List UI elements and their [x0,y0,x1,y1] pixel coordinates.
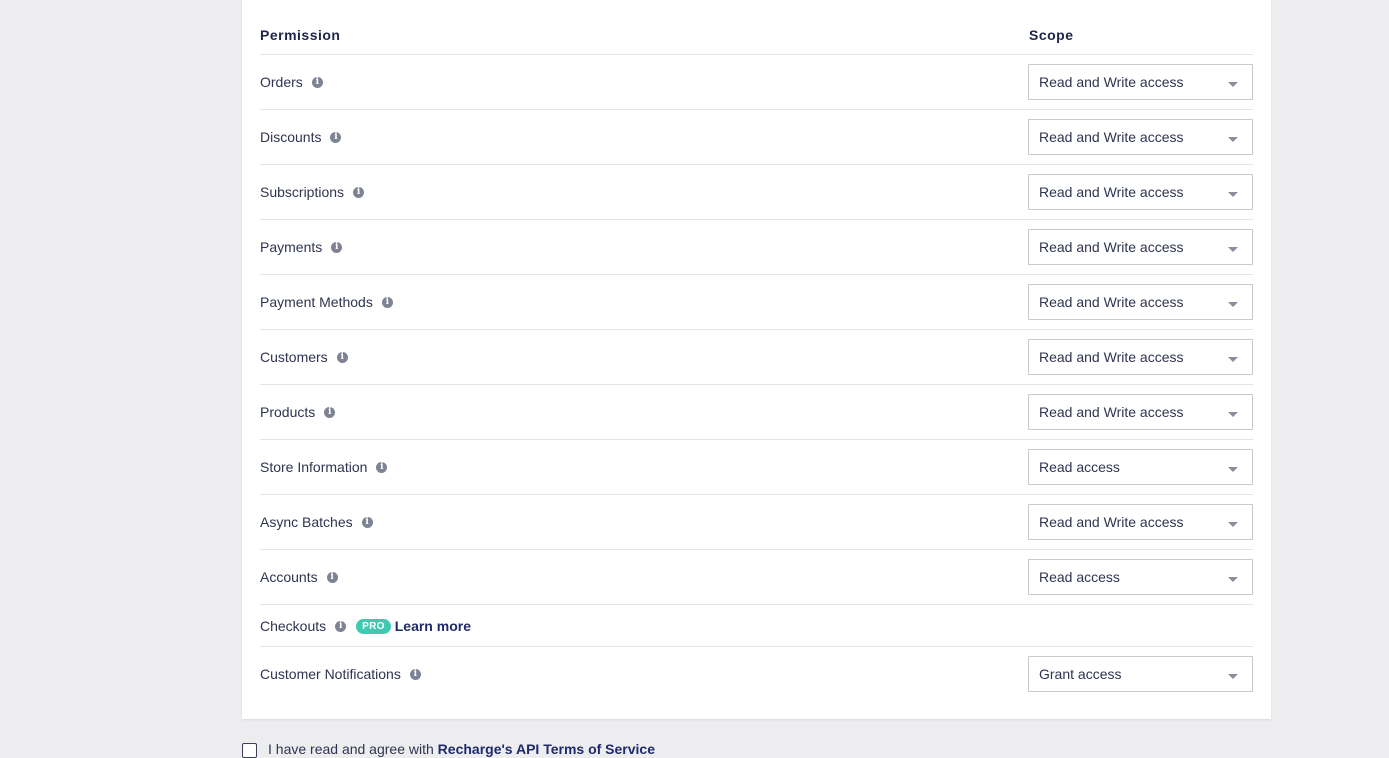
permission-row-checkouts: Checkouts i PRO Learn more [260,605,1253,647]
terms-text: I have read and agree with [268,741,438,757]
permission-row-customer-notifications: Customer Notifications i Grant access [260,647,1253,702]
chevron-down-icon [1228,674,1238,679]
scope-select-value: Read access [1039,459,1120,475]
permission-label: Accounts [260,569,318,585]
scope-select[interactable]: Grant access [1028,656,1253,692]
chevron-down-icon [1228,192,1238,197]
permission-row-payments: Payments i Read and Write access [260,220,1253,275]
info-icon[interactable]: i [330,131,342,143]
info-icon[interactable]: i [326,571,338,583]
scope-select[interactable]: Read and Write access [1028,64,1253,100]
scope-select-value: Read and Write access [1039,514,1184,530]
chevron-down-icon [1228,357,1238,362]
chevron-down-icon [1228,137,1238,142]
scope-select[interactable]: Read and Write access [1028,119,1253,155]
info-icon[interactable]: i [376,461,388,473]
chevron-down-icon [1228,522,1238,527]
scope-select[interactable]: Read access [1028,559,1253,595]
permission-label: Customers [260,349,328,365]
chevron-down-icon [1228,412,1238,417]
info-icon[interactable]: i [331,241,343,253]
scope-select-value: Read and Write access [1039,74,1184,90]
table-header: Permission Scope [260,0,1253,55]
permission-row-orders: Orders i Read and Write access [260,55,1253,110]
scope-select[interactable]: Read and Write access [1028,174,1253,210]
chevron-down-icon [1228,467,1238,472]
scope-select[interactable]: Read and Write access [1028,504,1253,540]
scope-select[interactable]: Read and Write access [1028,394,1253,430]
info-icon[interactable]: i [409,668,421,680]
info-icon[interactable]: i [324,406,336,418]
chevron-down-icon [1228,577,1238,582]
terms-agreement: I have read and agree with Recharge's AP… [242,740,655,758]
permission-label: Orders [260,74,303,90]
scope-select[interactable]: Read access [1028,449,1253,485]
scope-select-value: Read and Write access [1039,404,1184,420]
permission-label: Customer Notifications [260,666,401,682]
chevron-down-icon [1228,247,1238,252]
info-icon[interactable]: i [381,296,393,308]
permission-row-accounts: Accounts i Read access [260,550,1253,605]
info-icon[interactable]: i [311,76,323,88]
info-icon[interactable]: i [361,516,373,528]
permission-label: Async Batches [260,514,353,530]
chevron-down-icon [1228,302,1238,307]
scope-select[interactable]: Read and Write access [1028,229,1253,265]
scope-select-value: Read and Write access [1039,184,1184,200]
scope-column-header: Scope [1029,27,1074,43]
learn-more-link[interactable]: Learn more [395,618,471,634]
info-icon[interactable]: i [353,186,365,198]
info-icon[interactable]: i [335,620,347,632]
permission-label: Payments [260,239,323,255]
permission-row-async-batches: Async Batches i Read and Write access [260,495,1253,550]
permission-column-header: Permission [260,27,341,43]
chevron-down-icon [1228,82,1238,87]
permission-row-products: Products i Read and Write access [260,385,1253,440]
permission-label: Payment Methods [260,294,373,310]
permission-label: Subscriptions [260,184,345,200]
scope-select-value: Read and Write access [1039,239,1184,255]
permissions-card: Permission Scope Orders i Read and Write… [242,0,1271,719]
scope-select-value: Read and Write access [1039,294,1184,310]
scope-select-value: Read and Write access [1039,129,1184,145]
terms-of-service-link[interactable]: Recharge's API Terms of Service [438,741,655,757]
permission-row-payment-methods: Payment Methods i Read and Write access [260,275,1253,330]
permission-row-store-information: Store Information i Read access [260,440,1253,495]
scope-select[interactable]: Read and Write access [1028,339,1253,375]
permission-row-subscriptions: Subscriptions i Read and Write access [260,165,1253,220]
pro-badge: PRO [356,618,391,634]
permission-label: Store Information [260,459,368,475]
scope-select-value: Grant access [1039,666,1122,682]
info-icon[interactable]: i [336,351,348,363]
permission-row-customers: Customers i Read and Write access [260,330,1253,385]
permission-label: Products [260,404,316,420]
permission-label: Discounts [260,129,322,145]
scope-select[interactable]: Read and Write access [1028,284,1253,320]
permission-label: Checkouts [260,618,327,634]
permission-row-discounts: Discounts i Read and Write access [260,110,1253,165]
permissions-table: Permission Scope Orders i Read and Write… [260,0,1253,702]
scope-select-value: Read access [1039,569,1120,585]
scope-select-value: Read and Write access [1039,349,1184,365]
